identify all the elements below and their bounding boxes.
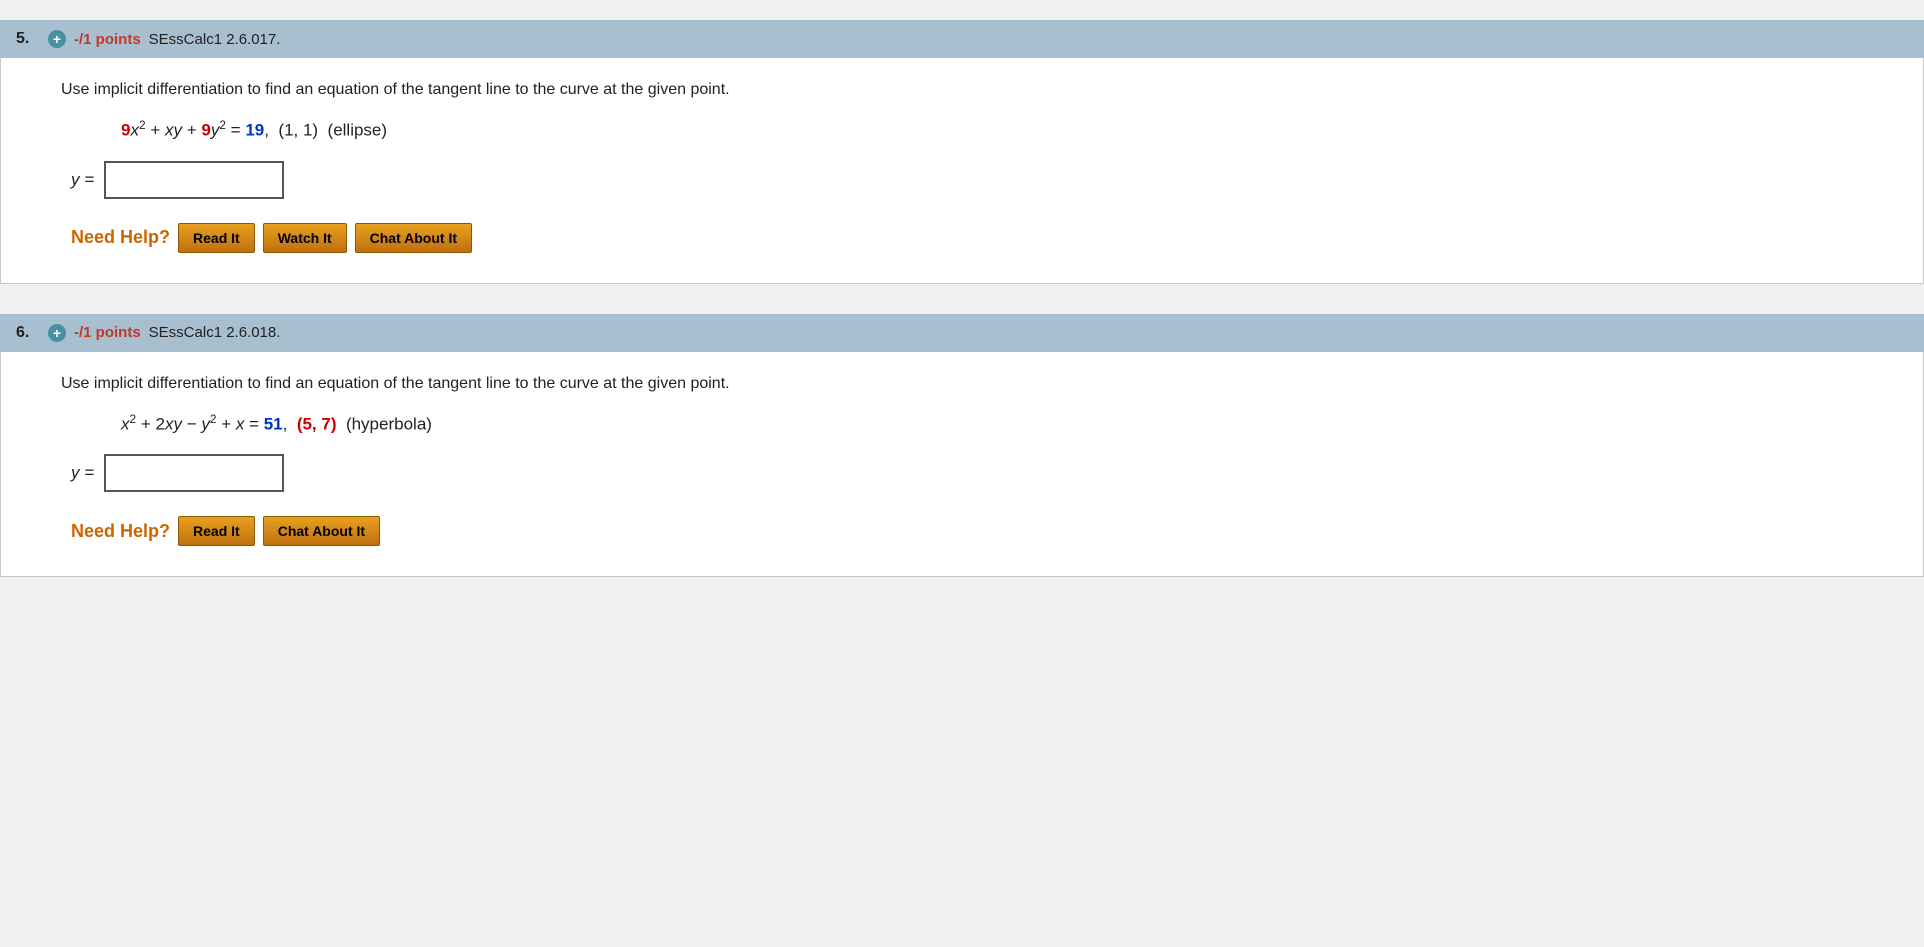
problem-6-read-it-button[interactable]: Read It [178,516,255,546]
problem-6: 6. + -/1 points SEssCalc1 2.6.018. Use i… [0,314,1924,578]
problem-5-input[interactable] [104,161,284,199]
problem-5-read-it-button[interactable]: Read It [178,223,255,253]
problem-6-answer-label: y = [71,463,94,483]
problem-6-description: Use implicit differentiation to find an … [61,372,1893,396]
problem-5-id: SEssCalc1 2.6.017. [149,31,281,48]
problem-5-description: Use implicit differentiation to find an … [61,78,1893,102]
problem-5-body: Use implicit differentiation to find an … [0,58,1924,284]
problem-6-chat-about-button[interactable]: Chat About It [263,516,380,546]
problem-6-answer-row: y = [71,454,1893,492]
problem-5-need-help: Need Help? [71,227,170,248]
problem-6-points: -/1 points [74,324,141,341]
eq-value-19: 19 [245,121,264,140]
problem-5-watch-it-button[interactable]: Watch It [263,223,347,253]
problem-5-number: 5. [16,30,40,48]
problem-6-need-help: Need Help? [71,521,170,542]
problem-6-help-row: Need Help? Read It Chat About It [71,516,1893,546]
problem-5-equation: 9x2 + xy + 9y2 = 19, (1, 1) (ellipse) [121,118,1893,141]
problem-6-id: SEssCalc1 2.6.018. [149,324,281,341]
problem-6-header: 6. + -/1 points SEssCalc1 2.6.018. [0,314,1924,352]
add-icon-2[interactable]: + [48,324,66,342]
problem-5-chat-about-button[interactable]: Chat About It [355,223,472,253]
problem-6-equation: x2 + 2xy − y2 + x = 51, (5, 7) (hyperbol… [121,412,1893,435]
problem-5-answer-row: y = [71,161,1893,199]
problem-6-number: 6. [16,324,40,342]
problem-6-input[interactable] [104,454,284,492]
problem-6-body: Use implicit differentiation to find an … [0,352,1924,578]
problem-5-help-row: Need Help? Read It Watch It Chat About I… [71,223,1893,253]
coeff-9y: 9 [201,121,210,140]
add-icon[interactable]: + [48,30,66,48]
problem-5: 5. + -/1 points SEssCalc1 2.6.017. Use i… [0,20,1924,284]
problem-5-header: 5. + -/1 points SEssCalc1 2.6.017. [0,20,1924,58]
eq-point: (5, 7) [297,414,337,433]
problem-5-answer-label: y = [71,170,94,190]
eq-value-51: 51 [264,414,283,433]
problem-5-points: -/1 points [74,31,141,48]
